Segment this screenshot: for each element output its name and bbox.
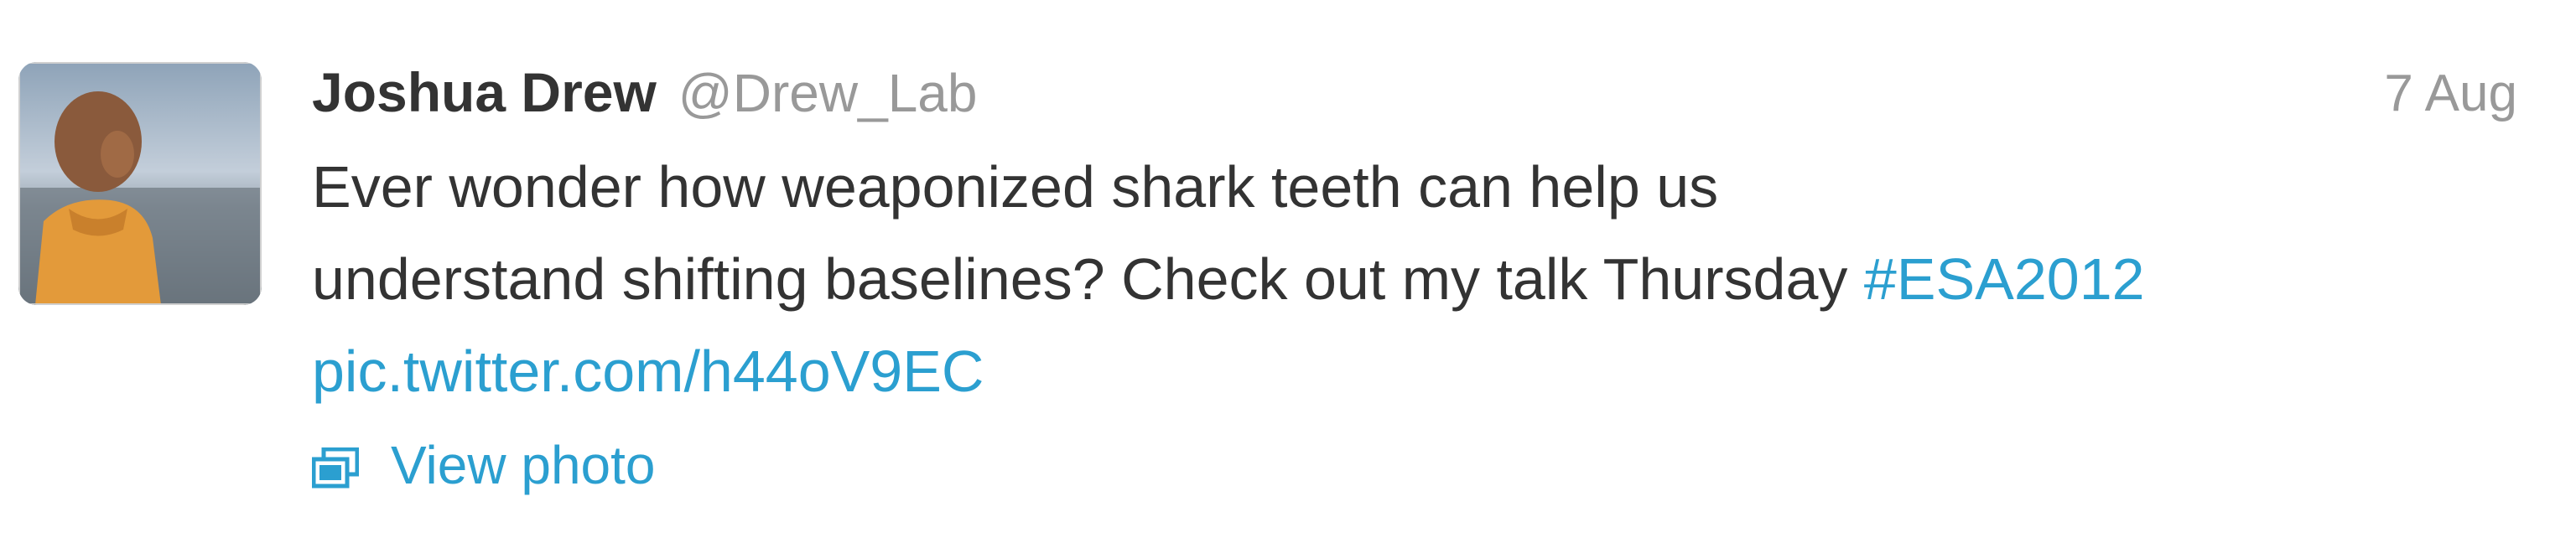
tweet-text-line-2: understand shifting baselines? Check out…	[312, 233, 2542, 325]
photo-stack-icon	[312, 447, 359, 489]
tweet-text-line-1: Ever wonder how weaponized shark teeth c…	[312, 154, 1719, 220]
hashtag-link[interactable]: #ESA2012	[1864, 246, 2145, 312]
user-handle[interactable]: @Drew_Lab	[678, 62, 978, 124]
view-photo-button[interactable]: View photo	[312, 427, 656, 503]
user-fullname[interactable]: Joshua Drew	[312, 60, 657, 124]
tweet-header: Joshua Drew @Drew_Lab	[312, 60, 977, 136]
tweet-text-plain: understand shifting baselines? Check out…	[312, 246, 1864, 312]
pic-link[interactable]: pic.twitter.com/h44oV9EC	[312, 339, 984, 404]
avatar-photo	[18, 62, 262, 305]
tweet-timestamp[interactable]: 7 Aug	[2384, 64, 2517, 123]
view-photo-label: View photo	[391, 435, 656, 495]
avatar[interactable]	[18, 62, 262, 305]
tweet[interactable]: Joshua Drew @Drew_Lab 7 Aug Ever wonder …	[0, 0, 2576, 543]
tweet-text: Ever wonder how weaponized shark teeth c…	[312, 141, 2542, 417]
tweet-text-line-3: pic.twitter.com/h44oV9EC	[312, 325, 2542, 417]
